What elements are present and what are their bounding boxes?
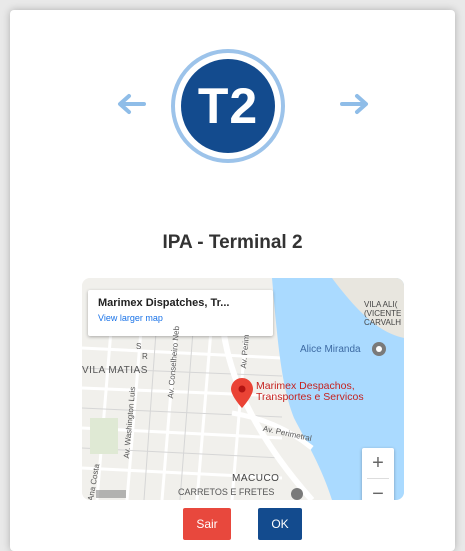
road-s: S: [136, 342, 142, 351]
carretos-label: CARRETOS E FRETES: [178, 487, 275, 497]
area-vila-matias: VILA MATIAS: [82, 365, 148, 376]
terminal-badge: T2: [171, 49, 285, 163]
arrow-left-icon[interactable]: [116, 92, 146, 116]
zoom-out-button[interactable]: −: [362, 479, 394, 501]
place-name-label: Marimex Despachos, Transportes e Servico…: [256, 381, 364, 403]
area-vila-alic-3: CARVALH: [364, 318, 402, 327]
ok-button[interactable]: OK: [258, 508, 302, 540]
zoom-in-button[interactable]: +: [362, 448, 394, 478]
alice-miranda-label: Alice Miranda: [300, 344, 361, 355]
map-place-title: Marimex Dispatches, Tr...: [98, 297, 230, 309]
road-r: R: [142, 352, 148, 361]
area-vila-alic-1: VILA ALI(: [364, 300, 398, 309]
area-vila-alic-2: (VICENTE: [364, 309, 402, 318]
view-larger-map-link[interactable]: View larger map: [98, 313, 263, 323]
terminal-dialog: T2 IPA - Terminal 2 Marimex Dispatches, …: [10, 10, 455, 551]
terminal-badge-text: T2: [181, 59, 275, 153]
arrow-right-icon[interactable]: [340, 92, 370, 116]
terminal-title: IPA - Terminal 2: [162, 232, 303, 253]
sair-button[interactable]: Sair: [183, 508, 231, 540]
place-name-line2: Transportes e Servicos: [256, 391, 364, 403]
embedded-map[interactable]: Marimex Dispatches, Tr... View larger ma…: [82, 278, 404, 500]
map-zoom-control: + −: [362, 448, 394, 500]
area-macuco: MACUCO: [232, 473, 280, 484]
